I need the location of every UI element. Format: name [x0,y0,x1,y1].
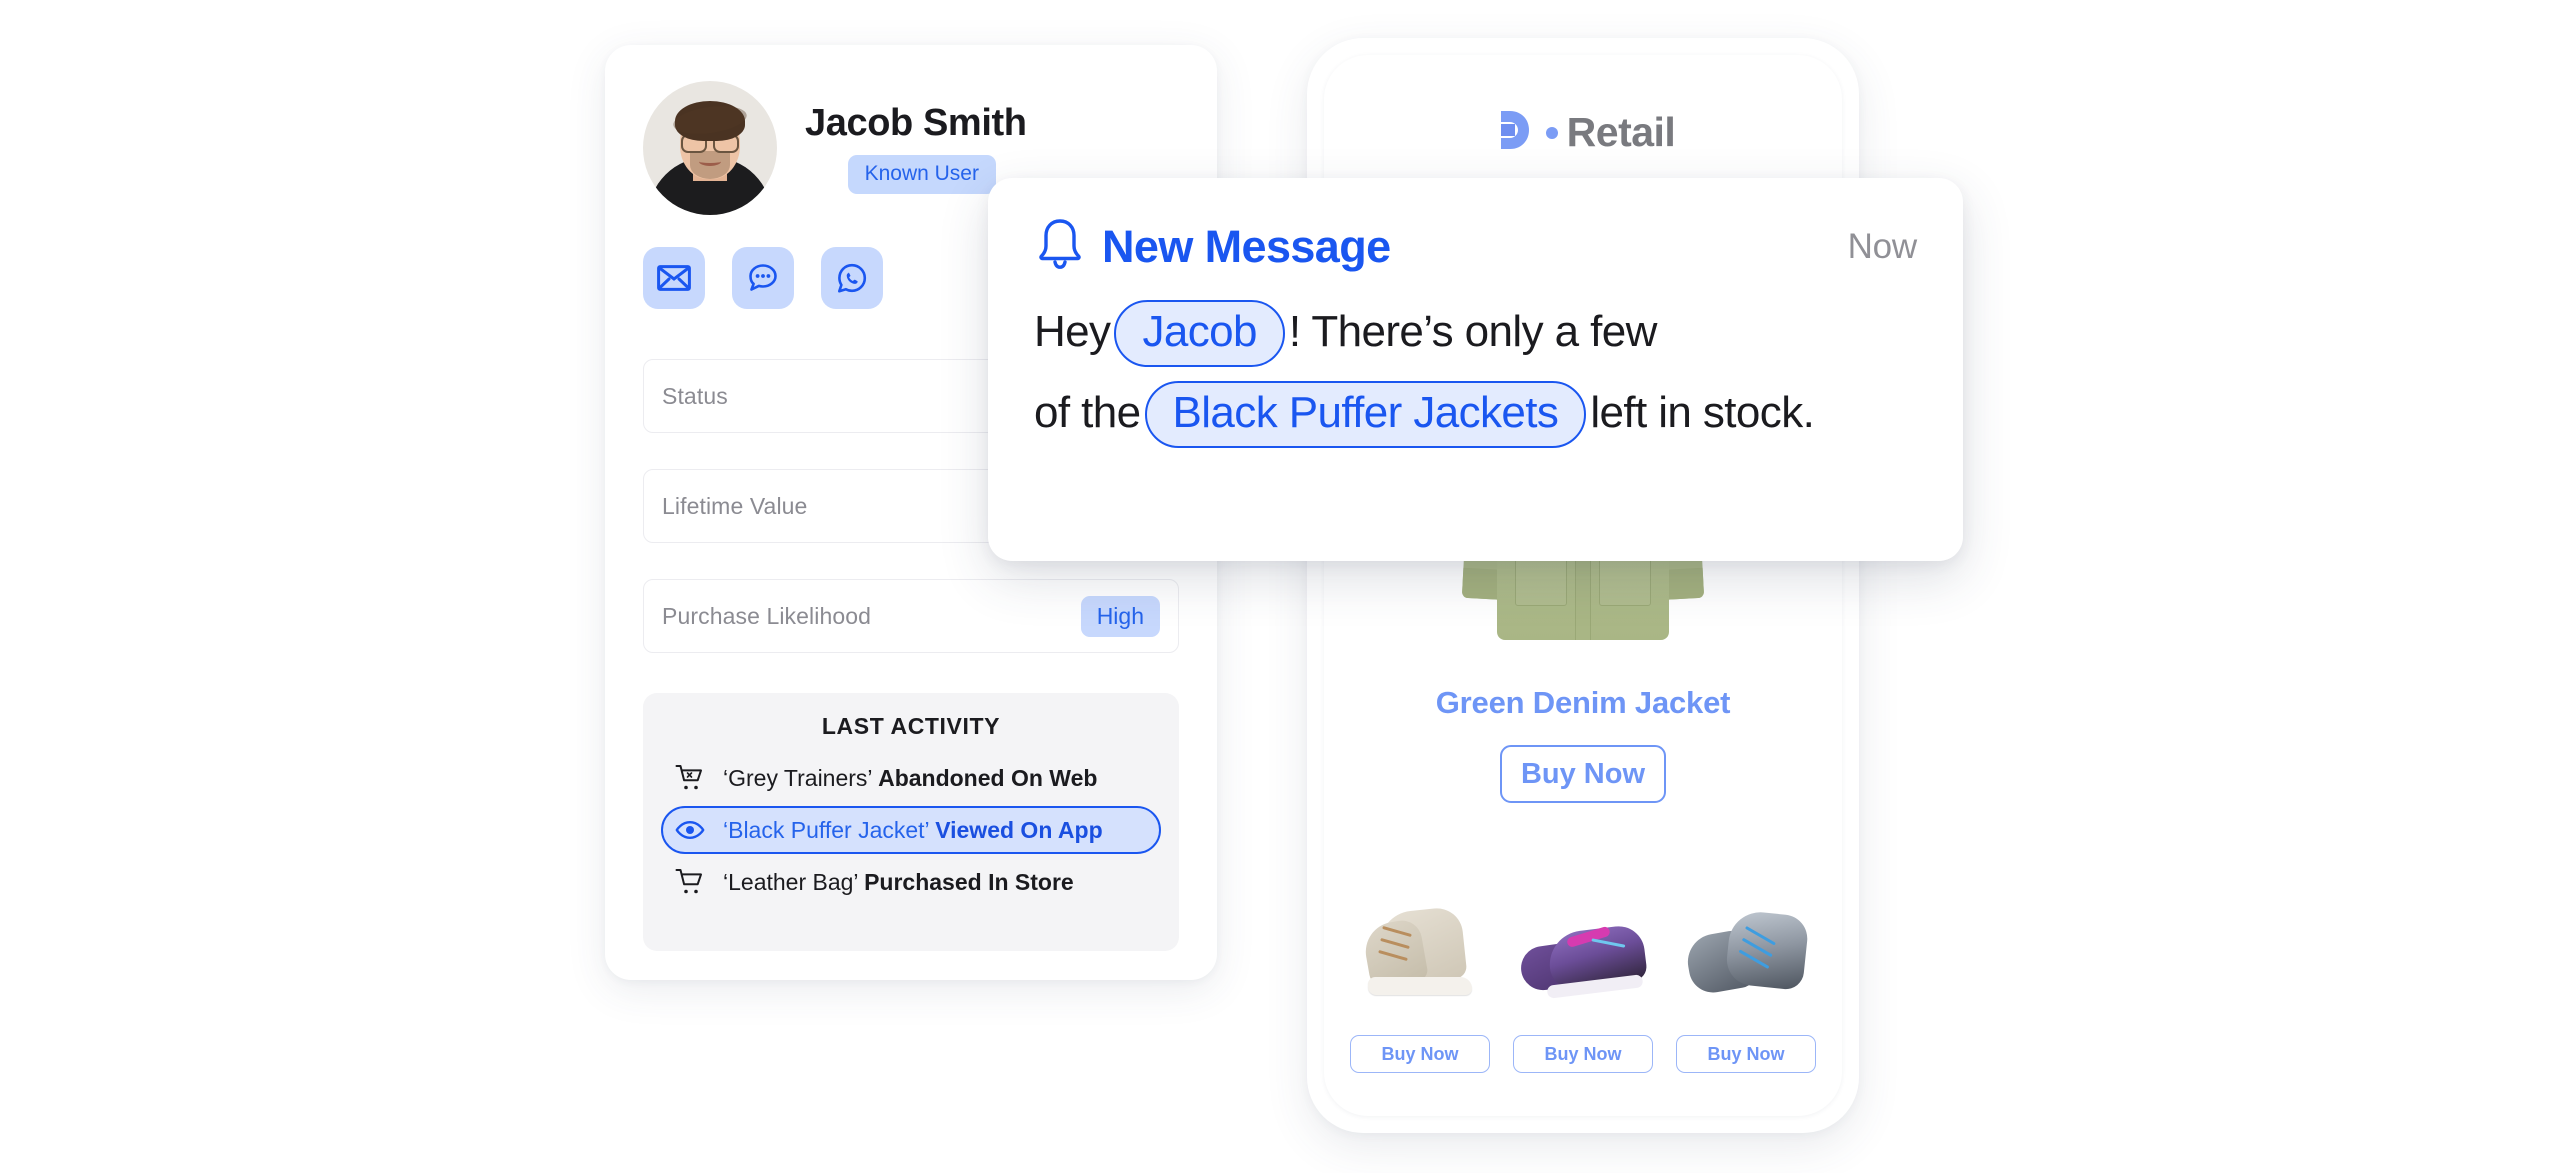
buy-now-button[interactable]: Buy Now [1500,745,1666,803]
activity-text: ‘Leather Bag’ Purchased In Store [723,868,1074,895]
message-text: Hey [1034,307,1111,356]
d-logo-icon [1491,107,1537,158]
notification-timestamp: Now [1847,227,1918,266]
bullet-dot-icon [1545,126,1558,139]
recommended-products [1350,875,1816,1001]
brand-wordmark: Retail [1566,109,1676,155]
page-title: Jacob Smith [805,102,1027,144]
field-lifetime-value-label: Lifetime Value [662,492,808,519]
message-line-2: of the Black Puffer Jackets left in stock. [1034,381,1917,448]
message-line-1: Hey Jacob! There’s only a few [1034,300,1917,367]
cart-icon [675,868,709,896]
field-purchase-likelihood[interactable]: Purchase Likelihood High [643,579,1179,653]
brand-logo: Retail [1324,107,1842,158]
personalization-token-product: Black Puffer Jackets [1144,381,1587,448]
list-item[interactable]: ‘Leather Bag’ Purchased In Store [661,858,1161,906]
sms-button[interactable] [732,247,794,309]
last-activity-title: LAST ACTIVITY [821,713,1001,739]
list-item[interactable]: ‘Black Puffer Jacket’ Viewed On App [661,806,1161,854]
contact-actions [643,247,883,309]
notification-title: New Message [1102,221,1391,272]
message-text: ! There’s only a few [1288,307,1658,356]
message-text: of the [1034,388,1141,437]
status-badge: Known User [847,155,996,194]
buy-now-button-1[interactable]: Buy Now [1350,1035,1490,1073]
recommended-buy-buttons: Buy Now Buy Now Buy Now [1350,1035,1816,1073]
profile-header: Jacob Smith Known User [643,81,1027,215]
field-status-label: Status [662,382,728,409]
bell-icon [1034,216,1086,279]
cart-x-icon [675,764,709,792]
sms-chat-icon [746,261,780,295]
avatar [643,81,777,215]
name-block: Jacob Smith Known User [805,102,1027,194]
whatsapp-button[interactable] [821,247,883,309]
grey-blue-trainer-image[interactable] [1676,875,1816,1001]
message-text: left in stock. [1590,388,1815,437]
eye-icon [675,819,709,841]
whatsapp-icon [835,261,869,295]
notification-message: Hey Jacob! There’s only a few of the Black… [1034,300,1917,448]
new-message-notification: New Message Now Hey Jacob! There’s only a… [988,178,1963,561]
email-button[interactable] [643,247,705,309]
activity-text: ‘Grey Trainers’ Abandoned On Web [723,764,1098,791]
beige-high-top-sneaker-image[interactable] [1350,875,1490,1001]
personalization-token-name: Jacob [1114,300,1285,367]
purchase-likelihood-badge: High [1080,595,1160,637]
purple-running-shoe-image[interactable] [1513,875,1653,1001]
screenshot-root: Jacob Smith Known User Status Lifetime V… [0,0,2560,1173]
field-purchase-likelihood-label: Purchase Likelihood [662,602,872,629]
buy-now-button-2[interactable]: Buy Now [1513,1035,1653,1073]
buy-now-button-3[interactable]: Buy Now [1676,1035,1816,1073]
email-icon [657,265,691,291]
list-item[interactable]: ‘Grey Trainers’ Abandoned On Web [661,754,1161,802]
notification-header: New Message Now [1034,214,1917,280]
product-title: Green Denim Jacket [1435,685,1731,720]
activity-text: ‘Black Puffer Jacket’ Viewed On App [723,816,1103,843]
last-activity-panel: LAST ACTIVITY ‘Grey Trainers’ Abandoned … [643,693,1179,951]
